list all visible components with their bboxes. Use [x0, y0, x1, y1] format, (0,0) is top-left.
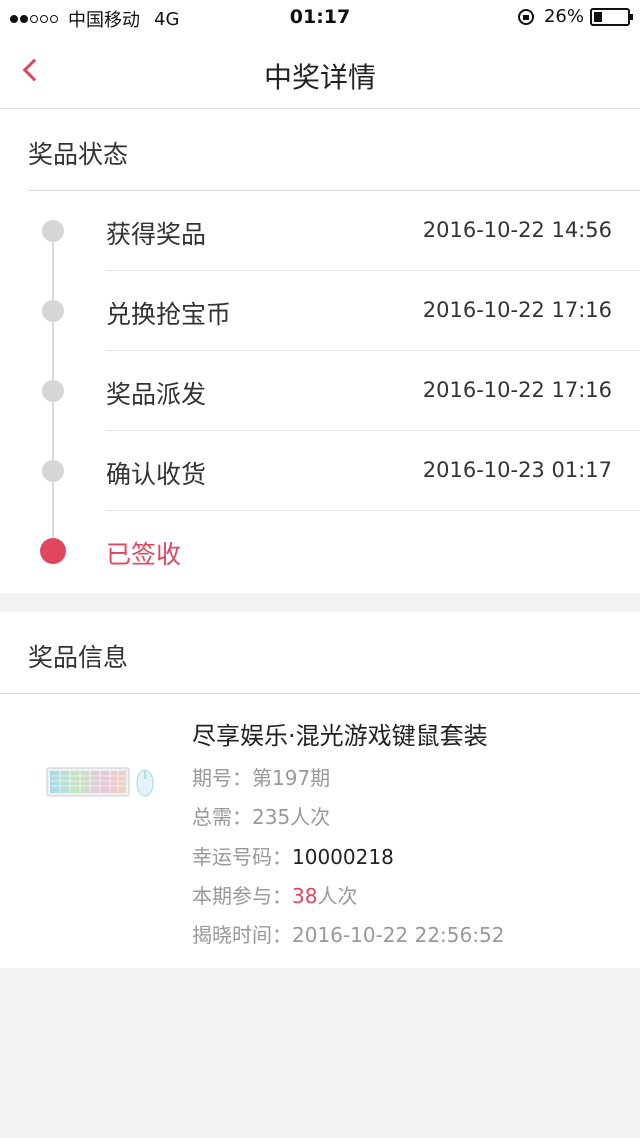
participation-label: 本期参与：: [192, 884, 292, 908]
lucky-number-row: 幸运号码：10000218: [192, 841, 394, 870]
step-dot-icon: [42, 460, 64, 482]
prize-info-header: 奖品信息: [28, 643, 129, 672]
prize-status-header: 奖品状态: [28, 140, 129, 169]
product-title[interactable]: 尽享娱乐·混光游戏键鼠套装: [192, 716, 488, 751]
status-step: 奖品派发 2016-10-22 17:16: [0, 351, 640, 431]
total-value: 235人次: [252, 805, 331, 829]
section-divider: [0, 693, 640, 694]
total-row: 总需：235人次: [192, 801, 330, 830]
reveal-time-row: 揭晓时间：2016-10-22 22:56:52: [192, 919, 504, 948]
status-step-current: 已签收: [0, 511, 640, 591]
step-label: 确认收货: [106, 460, 207, 489]
participation-count: 38: [292, 884, 318, 908]
issue-label: 期号：: [192, 766, 252, 790]
page-title: 中奖详情: [263, 61, 376, 94]
step-dot-icon: [42, 300, 64, 322]
battery-percent: 26%: [543, 6, 584, 27]
step-time: 2016-10-22 17:16: [422, 378, 612, 402]
rotation-lock-icon: [517, 8, 534, 25]
bottom-background: [0, 968, 640, 1138]
status-right: 26%: [517, 6, 633, 27]
lucky-number-value: 10000218: [292, 845, 394, 869]
issue-value: 第197期: [252, 766, 331, 790]
issue-row: 期号：第197期: [192, 762, 330, 791]
participation-unit: 人次: [317, 884, 358, 908]
status-step: 获得奖品 2016-10-22 14:56: [0, 191, 640, 271]
status-bar: 中国移动 4G 01:17 26%: [0, 0, 640, 36]
battery-icon: [590, 7, 633, 26]
nav-bar: 中奖详情: [0, 36, 640, 109]
step-label: 获得奖品: [106, 220, 207, 249]
step-time: 2016-10-23 01:17: [422, 458, 612, 482]
step-dot-icon: [42, 220, 64, 242]
prize-info-section: 奖品信息 尽享娱乐·混光游戏键鼠套装 期号：第197期 总需：235人次 幸运号…: [0, 612, 640, 968]
status-step: 确认收货 2016-10-23 01:17: [0, 431, 640, 511]
step-label: 奖品派发: [106, 380, 207, 409]
step-dot-icon: [42, 380, 64, 402]
participation-row: 本期参与：38人次: [192, 880, 357, 909]
status-step: 兑换抢宝币 2016-10-22 17:16: [0, 271, 640, 351]
lucky-number-label: 幸运号码：: [192, 845, 292, 869]
keyboard-mouse-image[interactable]: [46, 762, 158, 802]
step-time: 2016-10-22 17:16: [422, 298, 612, 322]
step-time: 2016-10-22 14:56: [422, 218, 612, 242]
step-label: 兑换抢宝币: [106, 300, 232, 329]
prize-status-section: 奖品状态 获得奖品 2016-10-22 14:56 兑换抢宝币 2016-10…: [0, 109, 640, 593]
reveal-time-value: 2016-10-22 22:56:52: [292, 923, 505, 947]
step-dot-active-icon: [40, 538, 66, 564]
reveal-time-label: 揭晓时间：: [192, 923, 292, 947]
step-label-current: 已签收: [106, 540, 182, 569]
total-label: 总需：: [192, 805, 252, 829]
